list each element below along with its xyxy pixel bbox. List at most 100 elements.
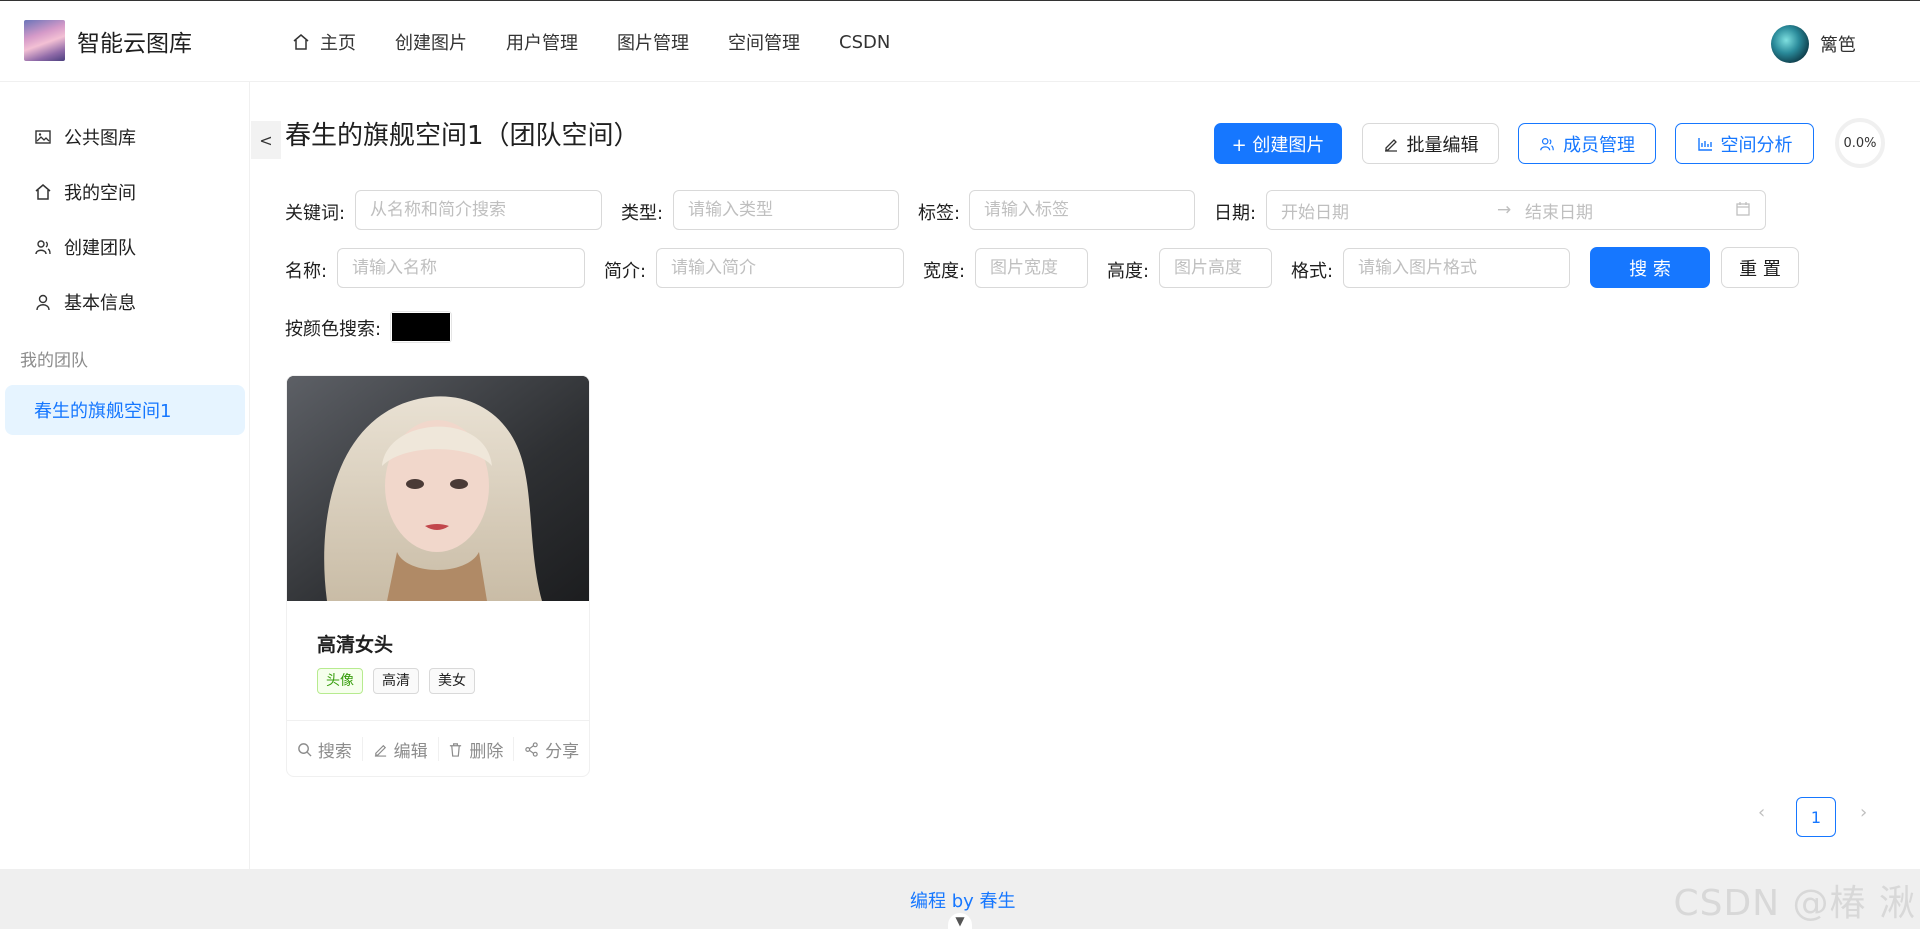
tag: 高清 (373, 668, 419, 694)
collapse-sidebar-button[interactable]: < (251, 121, 281, 159)
picture-search-label: 搜索 (317, 741, 352, 762)
tags-label: 标签: (918, 203, 961, 224)
top-navigation-bar: 智能云图库 主页 创建图片 用户管理 图片管理 空间管理 CSDN 篱笆 (0, 0, 1920, 82)
team-icon (1540, 137, 1554, 150)
width-input[interactable] (975, 248, 1088, 288)
category-label: 类型: (621, 203, 664, 224)
space-usage-progress: 0.0% (1835, 118, 1885, 168)
intro-input[interactable] (656, 248, 904, 288)
keyword-label: 关键词: (285, 203, 346, 224)
footer: 编程 by 春生 ▼ (0, 869, 1920, 929)
format-input[interactable] (1343, 248, 1570, 288)
sidebar-item-label: 我的空间 (64, 183, 136, 204)
create-picture-button[interactable]: + 创建图片 (1214, 123, 1342, 164)
tag: 美女 (429, 668, 475, 694)
user-menu[interactable]: 篱笆 (1771, 25, 1856, 63)
date-range-picker[interactable]: 开始日期 → 结束日期 (1266, 190, 1766, 230)
sidebar-item-public-gallery[interactable]: 公共图库 (5, 112, 245, 162)
home-icon (35, 184, 51, 200)
tags-input[interactable] (969, 190, 1195, 230)
picture-share-button[interactable]: 分享 (514, 737, 589, 762)
picture-card[interactable]: 高清女头 头像 高清 美女 搜索 编辑 删除 分享 (286, 375, 590, 777)
nav-item-picture-management[interactable]: 图片管理 (617, 29, 689, 55)
date-start: 开始日期 (1281, 202, 1349, 223)
picture-delete-button[interactable]: 删除 (439, 737, 515, 762)
space-analysis-label: 空间分析 (1720, 134, 1793, 156)
picture-card-actions: 搜索 编辑 删除 分享 (287, 720, 589, 776)
user-name: 篱笆 (1820, 35, 1856, 56)
batch-edit-label: 批量编辑 (1406, 134, 1479, 156)
color-swatch (392, 313, 450, 341)
batch-edit-button[interactable]: 批量编辑 (1362, 123, 1499, 164)
picture-delete-label: 删除 (469, 741, 504, 762)
width-label: 宽度: (923, 261, 966, 282)
page-title: 春生的旗舰空间1（团队空间） (285, 121, 640, 151)
pagination-prev[interactable]: ‹ (1758, 802, 1765, 823)
nav-item-label: CSDN (839, 31, 891, 53)
date-label: 日期: (1214, 203, 1257, 224)
arrow-right-icon: → (1497, 200, 1512, 220)
nav-item-label: 图片管理 (617, 33, 689, 54)
search-button[interactable]: 搜 索 (1590, 247, 1710, 288)
footer-toggle[interactable]: ▼ (948, 913, 972, 929)
sidebar-item-label: 基本信息 (64, 293, 136, 314)
sidebar-item-create-team[interactable]: 创建团队 (5, 222, 245, 272)
avatar (1771, 25, 1809, 63)
footer-link[interactable]: 编程 by 春生 (910, 887, 1016, 913)
brand-title: 智能云图库 (77, 30, 192, 57)
reset-button[interactable]: 重 置 (1721, 247, 1799, 288)
height-input[interactable] (1159, 248, 1272, 288)
main-menu: 主页 创建图片 用户管理 图片管理 空间管理 CSDN (292, 1, 929, 83)
portrait-photo (287, 376, 589, 601)
sidebar-item-my-space[interactable]: 我的空间 (5, 167, 245, 217)
name-input[interactable] (337, 248, 585, 288)
color-picker[interactable] (390, 311, 452, 343)
sidebar-item-label: 创建团队 (64, 238, 136, 259)
picture-icon (35, 130, 51, 144)
date-end: 结束日期 (1525, 202, 1593, 223)
name-label: 名称: (285, 261, 328, 282)
bar-chart-icon (1697, 137, 1712, 151)
calendar-icon (1736, 202, 1750, 216)
pagination-page[interactable]: 1 (1796, 797, 1836, 837)
home-icon (293, 34, 309, 50)
sidebar-group-my-teams: 我的团队 (20, 351, 88, 371)
space-analysis-button[interactable]: 空间分析 (1675, 123, 1814, 164)
app-logo (24, 20, 65, 61)
sidebar: 公共图库 我的空间 创建团队 基本信息 我的团队 春生的旗舰空间1 (0, 82, 250, 869)
category-input[interactable] (673, 190, 899, 230)
color-search-label: 按颜色搜索: (285, 319, 382, 340)
picture-title: 高清女头 (317, 634, 394, 656)
picture-edit-label: 编辑 (393, 741, 428, 762)
picture-search-button[interactable]: 搜索 (287, 737, 363, 762)
tag-category: 头像 (317, 668, 363, 694)
nav-item-space-management[interactable]: 空间管理 (728, 29, 800, 55)
user-icon (36, 294, 50, 311)
height-label: 高度: (1107, 261, 1150, 282)
picture-tags: 头像 高清 美女 (317, 668, 485, 694)
picture-thumbnail[interactable] (287, 376, 589, 601)
nav-item-label: 主页 (320, 33, 356, 54)
team-icon (35, 240, 51, 255)
nav-item-label: 用户管理 (506, 33, 578, 54)
member-management-label: 成员管理 (1563, 134, 1635, 156)
keyword-input[interactable] (355, 190, 602, 230)
intro-label: 简介: (604, 261, 647, 282)
share-icon (525, 741, 538, 757)
nav-item-csdn[interactable]: CSDN (839, 32, 890, 53)
nav-item-user-management[interactable]: 用户管理 (506, 29, 578, 55)
pagination-next[interactable]: › (1860, 802, 1867, 823)
nav-item-label: 空间管理 (728, 33, 800, 54)
delete-icon (450, 742, 462, 757)
search-icon (298, 742, 312, 757)
brand[interactable]: 智能云图库 (24, 20, 192, 61)
sidebar-item-label: 春生的旗舰空间1 (34, 401, 172, 422)
member-management-button[interactable]: 成员管理 (1518, 123, 1656, 164)
picture-share-label: 分享 (545, 741, 580, 762)
sidebar-item-label: 公共图库 (64, 128, 136, 149)
picture-edit-button[interactable]: 编辑 (363, 737, 439, 762)
nav-item-home[interactable]: 主页 (292, 29, 356, 55)
sidebar-item-basic-info[interactable]: 基本信息 (5, 277, 245, 327)
nav-item-create-picture[interactable]: 创建图片 (395, 29, 467, 55)
sidebar-item-team-space[interactable]: 春生的旗舰空间1 (5, 385, 245, 435)
